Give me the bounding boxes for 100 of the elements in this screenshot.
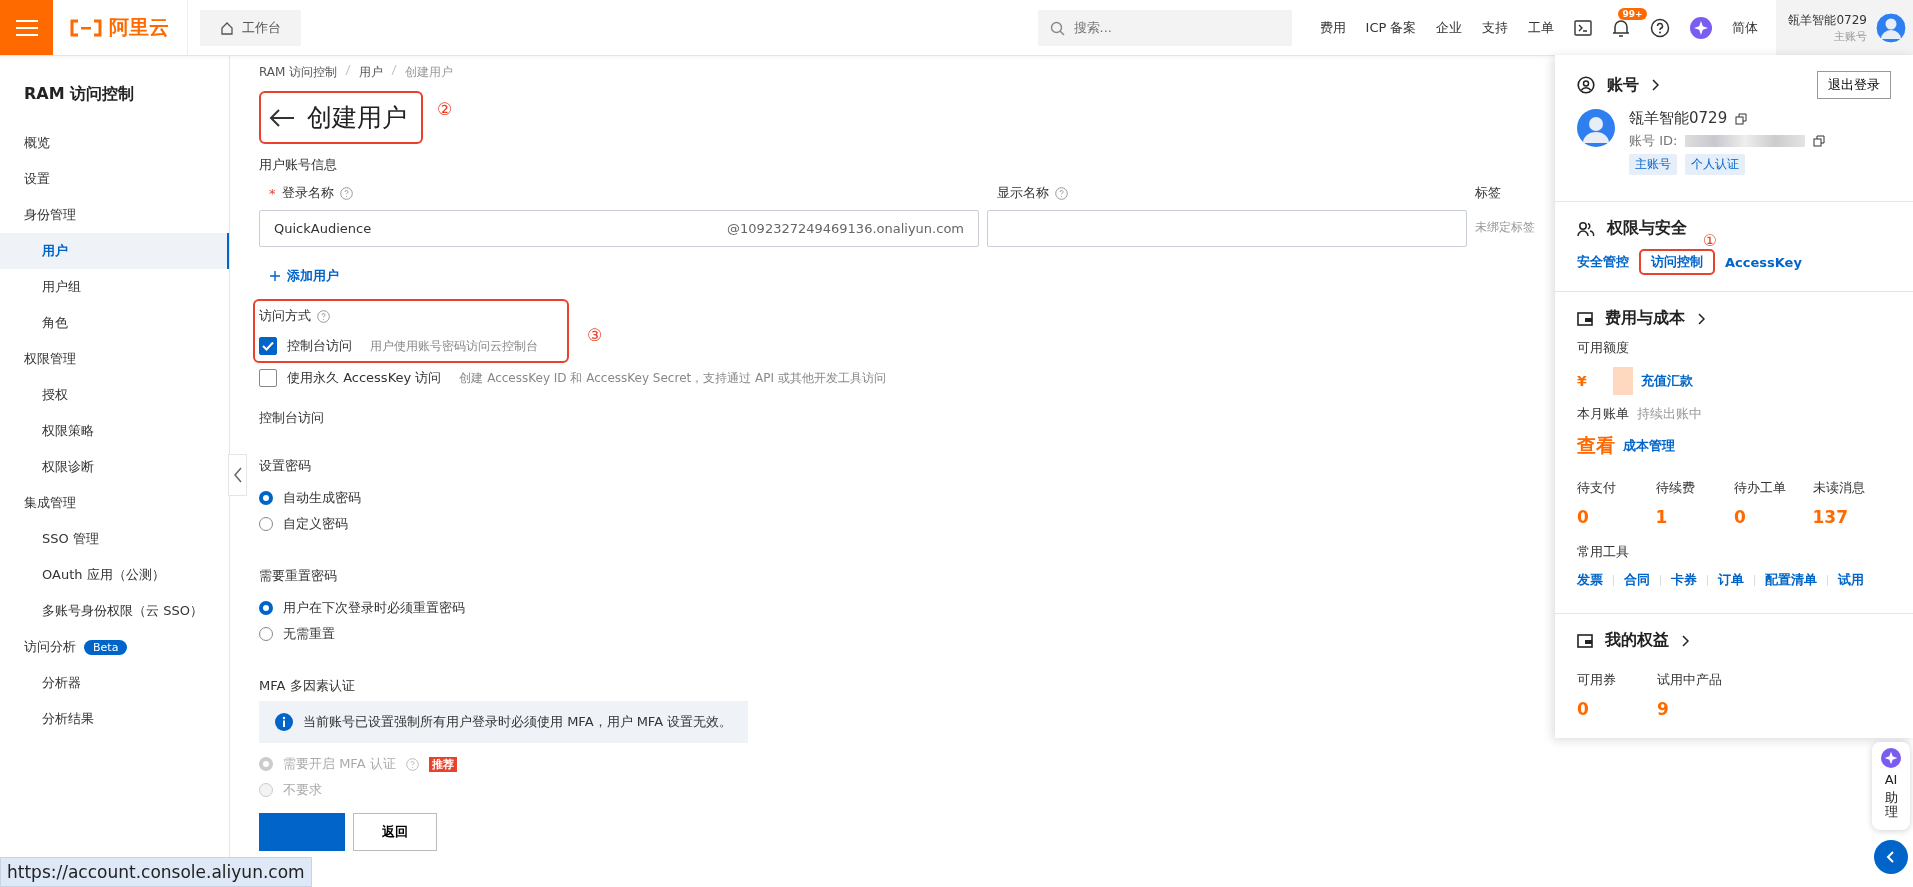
ai-star-icon [1881, 748, 1901, 768]
breadcrumb-separator-icon [345, 64, 352, 76]
back-button[interactable]: 返回 [353, 813, 437, 851]
tag-value: 未绑定标签 [1475, 219, 1536, 236]
section-label: 用户账号信息 [259, 156, 337, 174]
checkbox[interactable] [259, 369, 277, 387]
sidebar-item[interactable]: 设置 [0, 161, 229, 197]
tools-label: 常用工具 [1577, 543, 1630, 561]
top-nav-link[interactable]: ICP 备案 [1365, 18, 1417, 37]
menu-button[interactable] [0, 0, 53, 55]
language-link[interactable]: 简体 [1732, 18, 1759, 37]
sidebar-item[interactable]: 访问分析 Beta [0, 629, 229, 665]
field-label: 需要重置密码 [259, 567, 337, 585]
section-title[interactable]: 账号 [1607, 74, 1639, 96]
account-name: 瓴羊智能0729 [1629, 109, 1728, 128]
wallet-icon [1577, 632, 1593, 649]
sidebar-item[interactable]: 权限管理 [0, 341, 229, 377]
back-arrow-icon[interactable] [269, 107, 295, 128]
top-nav-link[interactable]: 工单 [1528, 18, 1555, 37]
balance-label: 可用额度 [1577, 339, 1630, 357]
top-nav-link[interactable]: 企业 [1436, 18, 1463, 37]
breadcrumb-item: 创建用户 [405, 64, 454, 81]
collapse-handle[interactable] [228, 454, 247, 496]
radio-label[interactable]: 自定义密码 [283, 515, 348, 533]
help-icon[interactable] [1650, 17, 1671, 38]
radio-button[interactable] [259, 491, 273, 505]
menu-icon [15, 18, 38, 37]
radio-label[interactable]: 自动生成密码 [283, 489, 361, 507]
sidebar-item[interactable]: 授权 [0, 377, 229, 413]
account-tag: 主账号 [1629, 154, 1677, 175]
panel-link[interactable]: 安全管控 [1577, 254, 1629, 269]
home-icon [220, 20, 234, 35]
copy-icon[interactable] [1735, 112, 1748, 125]
tool-link[interactable]: 卡券 [1671, 571, 1697, 589]
field-label: 访问方式 [259, 307, 311, 325]
checkbox[interactable] [259, 337, 277, 355]
plus-icon [269, 270, 281, 282]
search-field[interactable]: 搜索... [1037, 9, 1292, 46]
sidebar-item[interactable]: 角色 [0, 305, 229, 341]
panel-link[interactable]: 访问控制 [1639, 249, 1715, 275]
option-hint: 创建 AccessKey ID 和 AccessKey Secret，支持通过 API 或其他开发工具访问 [459, 369, 886, 387]
logout-button[interactable]: 退出登录 [1817, 71, 1891, 99]
tool-link[interactable]: 配置清单 [1765, 571, 1817, 589]
sidebar-item[interactable]: SSO 管理 [0, 521, 229, 557]
section-title[interactable]: 费用与成本 [1605, 308, 1685, 329]
ai-assistant-button[interactable]: AI 助理 [1872, 742, 1910, 830]
tool-link[interactable]: 订单 [1718, 571, 1744, 589]
section-title: 权限与安全 [1607, 218, 1687, 239]
sidebar-item[interactable]: 分析结果 [0, 701, 229, 737]
notice-text: 当前账号已设置强制所有用户登录时必须使用 MFA，用户 MFA 设置无效。 [303, 713, 733, 731]
section-title[interactable]: 我的权益 [1605, 630, 1669, 651]
top-nav-link[interactable]: 支持 [1482, 18, 1509, 37]
cost-management-link[interactable]: 成本管理 [1623, 437, 1675, 455]
info-icon [275, 713, 293, 731]
tool-link[interactable]: 发票 [1577, 571, 1603, 589]
radio-button[interactable] [259, 601, 273, 615]
account-type: 主账号 [1834, 28, 1867, 44]
copy-icon[interactable] [1813, 135, 1826, 147]
search-icon [1049, 20, 1065, 36]
wallet-icon [1577, 310, 1593, 327]
terminal-icon[interactable] [1574, 19, 1593, 36]
checkbox-label[interactable]: 使用永久 AccessKey 访问 [287, 369, 442, 387]
sidebar-item[interactable]: 分析器 [0, 665, 229, 701]
radio-label[interactable]: 无需重置 [283, 625, 335, 643]
sidebar-item[interactable]: 身份管理 [0, 197, 229, 233]
sidebar-item[interactable]: 权限策略 [0, 413, 229, 449]
panel-link[interactable]: AccessKey [1725, 254, 1802, 270]
workbench-button[interactable]: 工作台 [200, 9, 301, 46]
stat-label: 待支付 [1577, 479, 1617, 497]
tool-link[interactable]: 试用 [1838, 571, 1864, 589]
account-menu[interactable]: 瓴羊智能0729 主账号 [1776, 0, 1913, 55]
tool-link[interactable]: 合同 [1624, 571, 1650, 589]
stat-label: 未读消息 [1812, 479, 1866, 497]
breadcrumb-item[interactable]: 用户 [359, 64, 384, 81]
add-user-link[interactable]: 添加用户 [269, 267, 339, 285]
sidebar-item[interactable]: 用户组 [0, 269, 229, 305]
checkbox-label[interactable]: 控制台访问 [287, 337, 352, 355]
radio-label[interactable]: 用户在下次登录时必须重置密码 [283, 599, 465, 617]
bell-icon[interactable] [1612, 17, 1631, 38]
sidebar-item[interactable]: 多账号身份权限（云 SSO） [0, 593, 229, 629]
sidebar-item[interactable]: 集成管理 [0, 485, 229, 521]
collapse-button[interactable] [1874, 840, 1908, 874]
stat-label: 试用中产品 [1657, 671, 1723, 689]
sidebar-item[interactable]: OAuth 应用（公测） [0, 557, 229, 593]
beta-badge: Beta [84, 639, 128, 655]
field-label: 标签 [1475, 184, 1501, 202]
currency-symbol: ¥ [1577, 373, 1587, 389]
recharge-link[interactable]: 充值汇款 [1640, 372, 1693, 390]
logo-text: 阿里云 [109, 14, 169, 41]
sidebar-item[interactable]: 权限诊断 [0, 449, 229, 485]
avatar-icon [1875, 11, 1907, 44]
annotation-number: ① [1702, 231, 1717, 250]
login-name-field[interactable]: QuickAudience @1092327249469136.onaliyun.com [259, 210, 979, 247]
sidebar-item[interactable]: 用户 [0, 233, 229, 269]
top-nav-link[interactable]: 费用 [1319, 18, 1346, 37]
page-title: 创建用户 [307, 102, 407, 134]
breadcrumb-item[interactable]: RAM 访问控制 [259, 64, 338, 81]
sidebar-item[interactable]: 概览 [0, 125, 229, 161]
field-label: 显示名称 [997, 184, 1049, 202]
display-name-field[interactable] [987, 210, 1467, 247]
